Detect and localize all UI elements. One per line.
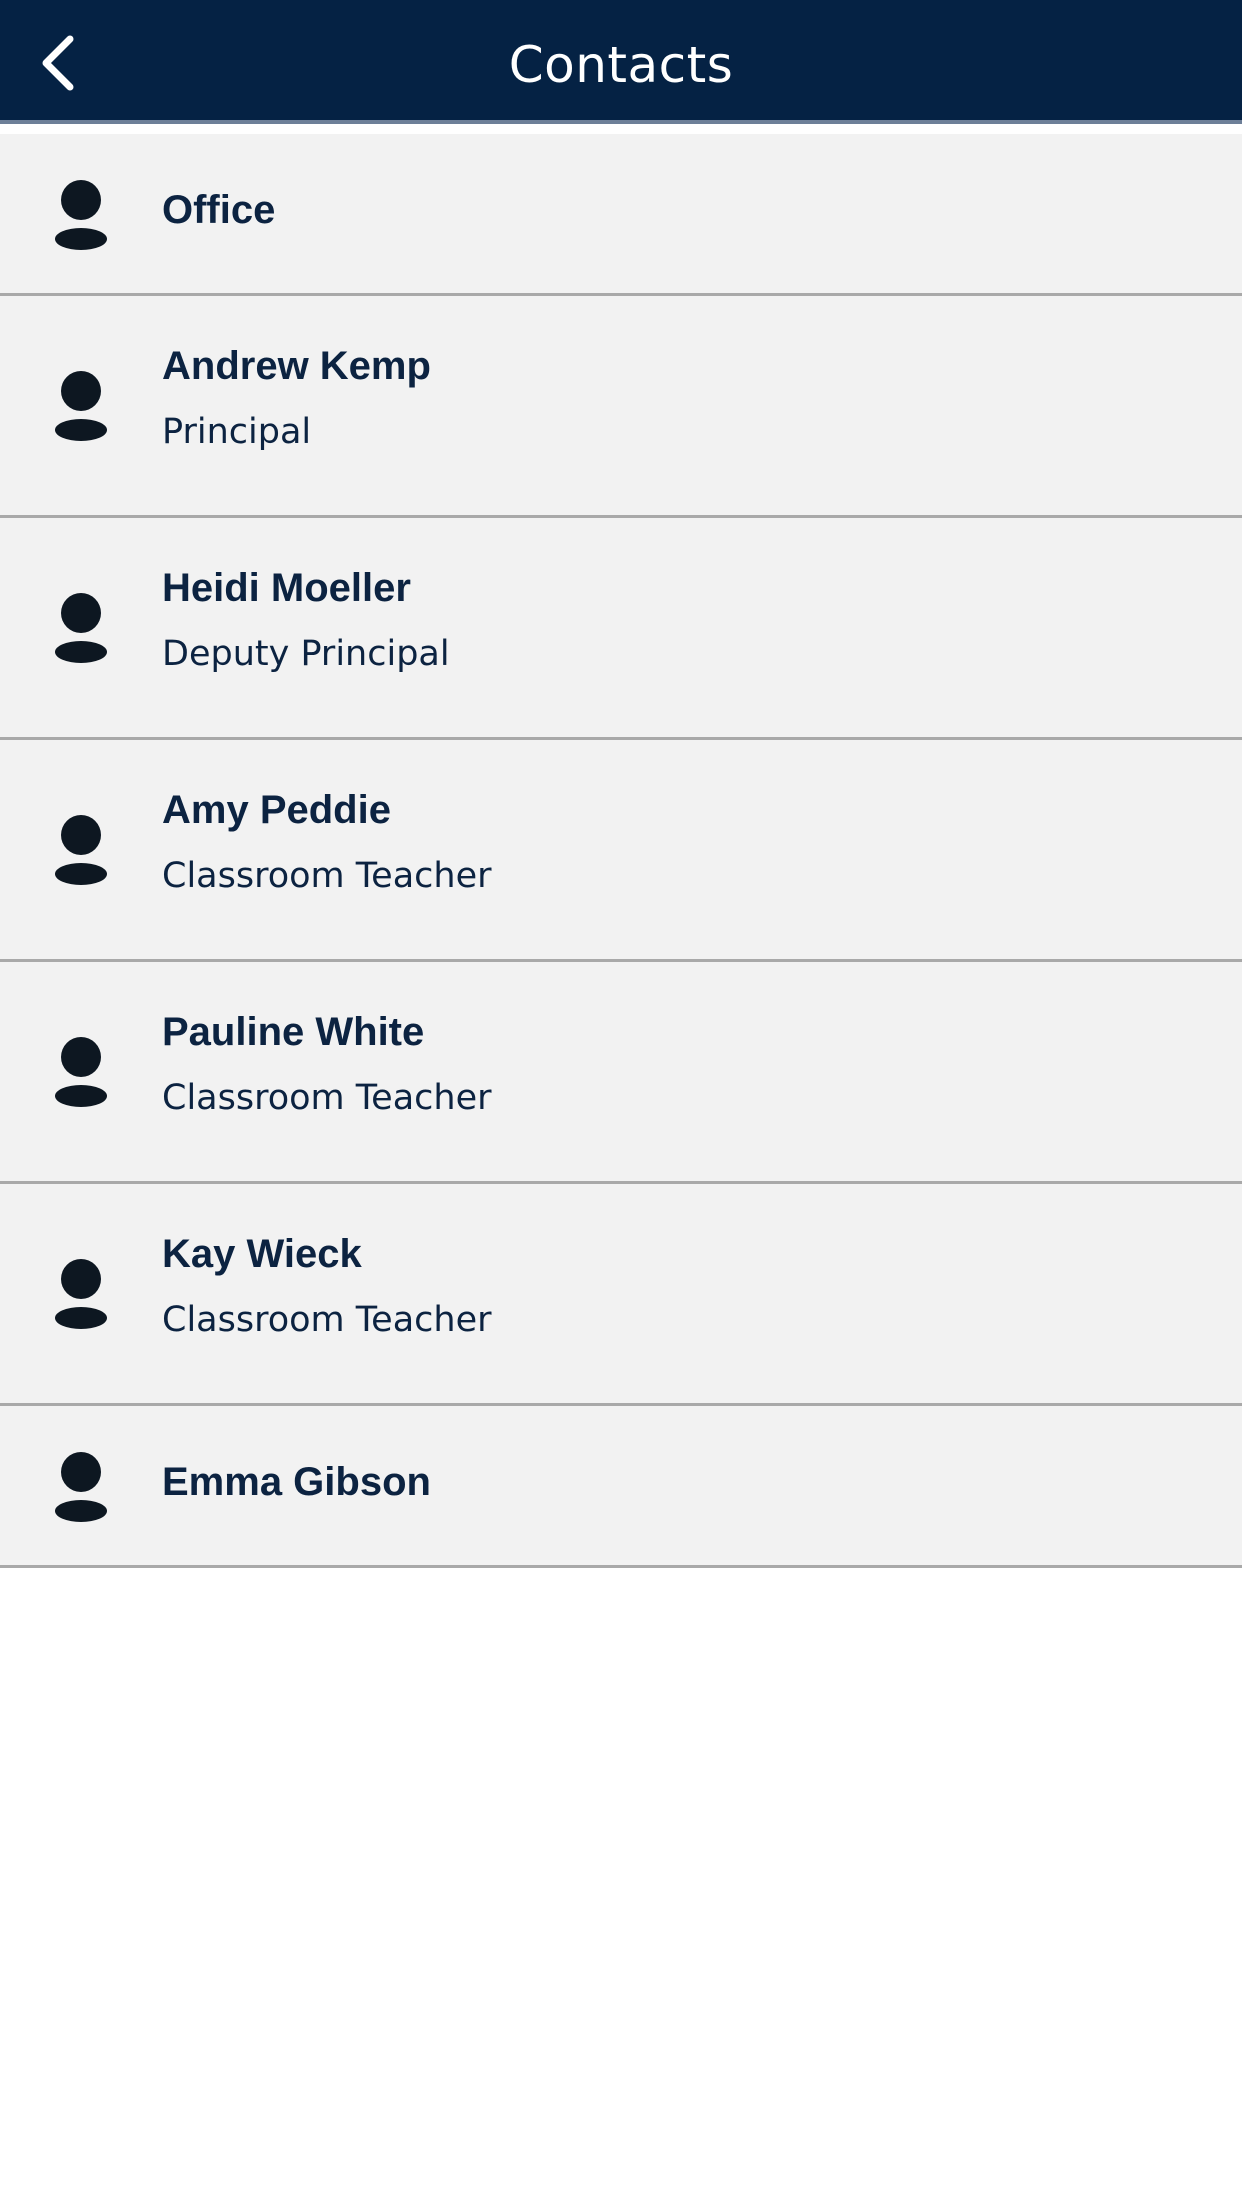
contact-row-emma-gibson[interactable]: Emma Gibson <box>0 1406 1242 1568</box>
page-title: Contacts <box>508 36 734 94</box>
contact-row-pauline-white[interactable]: Pauline White Classroom Teacher <box>0 962 1242 1184</box>
top-nav-bar: Contacts <box>0 0 1242 124</box>
contact-row-andrew-kemp[interactable]: Andrew Kemp Principal <box>0 296 1242 518</box>
contact-name: Emma Gibson <box>162 1460 431 1504</box>
contact-row-kay-wieck[interactable]: Kay Wieck Classroom Teacher <box>0 1184 1242 1406</box>
contact-role: Classroom Teacher <box>162 1300 492 1340</box>
person-icon <box>55 180 107 250</box>
contact-name: Heidi Moeller <box>162 566 411 610</box>
person-icon <box>55 371 107 441</box>
contacts-list: Office Andrew Kemp Principal Heidi Moell… <box>0 134 1242 1568</box>
person-icon <box>55 593 107 663</box>
contact-row-heidi-moeller[interactable]: Heidi Moeller Deputy Principal <box>0 518 1242 740</box>
contact-row-office[interactable]: Office <box>0 134 1242 296</box>
contact-role: Principal <box>162 412 312 452</box>
contact-role: Classroom Teacher <box>162 1078 492 1118</box>
contact-name: Pauline White <box>162 1010 425 1054</box>
contact-name: Andrew Kemp <box>162 344 431 388</box>
person-icon <box>55 1259 107 1329</box>
contact-role: Classroom Teacher <box>162 856 492 896</box>
contact-name: Kay Wieck <box>162 1232 362 1276</box>
contact-role: Deputy Principal <box>162 634 450 674</box>
person-icon <box>55 815 107 885</box>
person-icon <box>55 1452 107 1522</box>
contact-row-amy-peddie[interactable]: Amy Peddie Classroom Teacher <box>0 740 1242 962</box>
header-gap <box>0 124 1242 134</box>
contact-name: Amy Peddie <box>162 788 391 832</box>
person-icon <box>55 1037 107 1107</box>
contact-name: Office <box>162 188 276 232</box>
